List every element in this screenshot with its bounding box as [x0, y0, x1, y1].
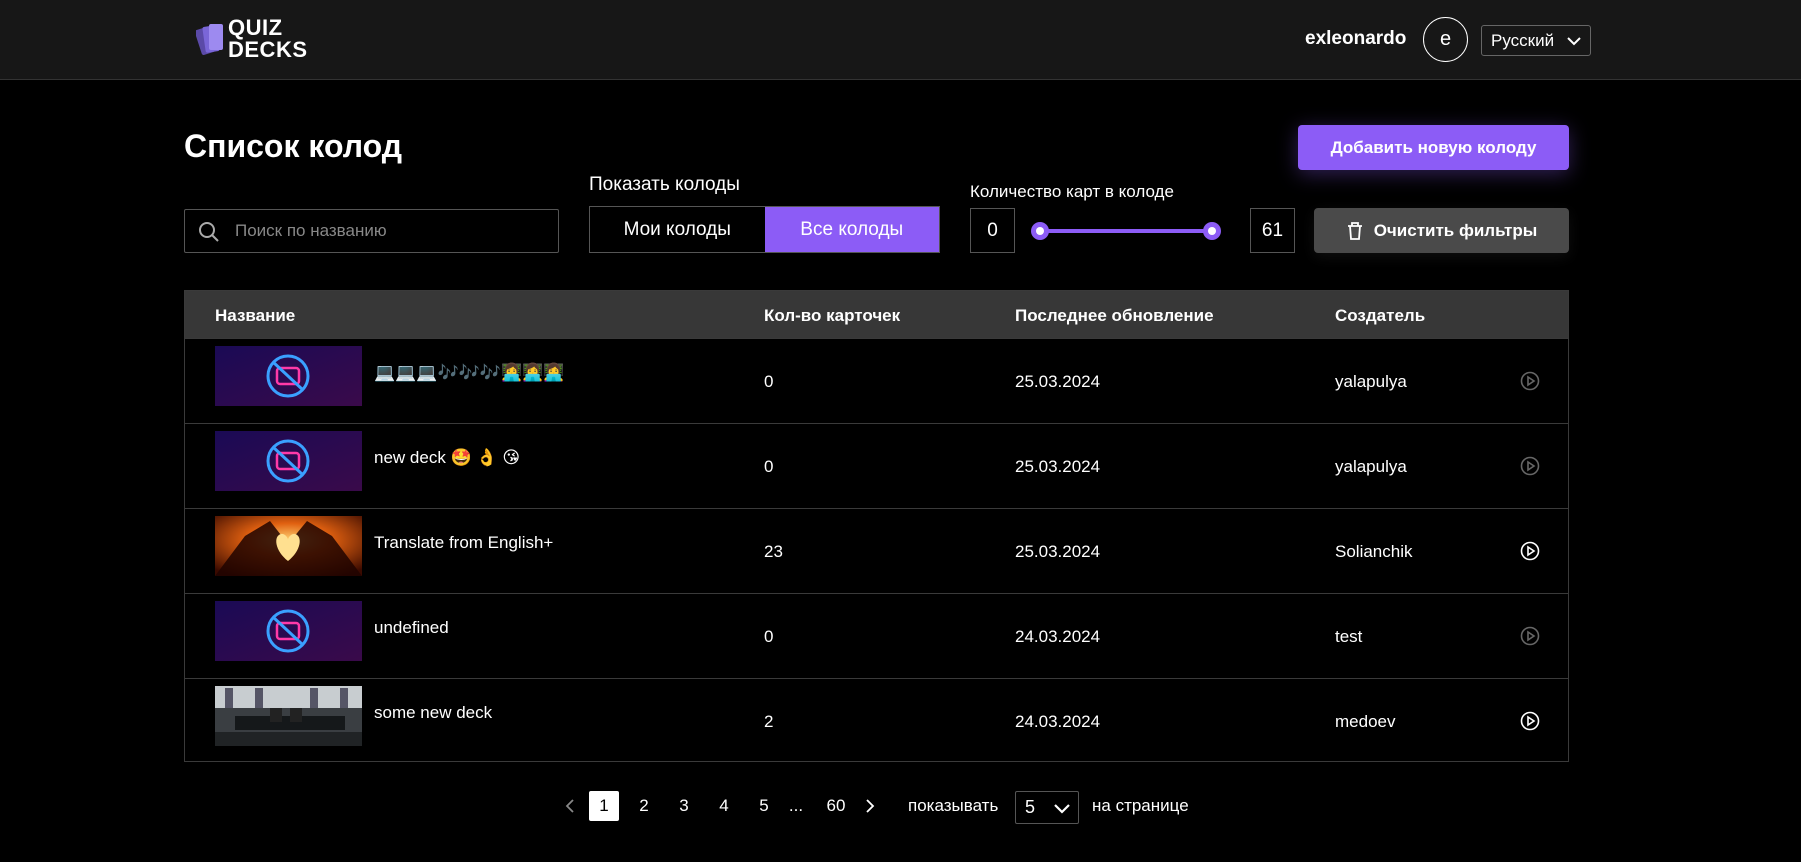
- trash-icon: [1347, 221, 1362, 240]
- chevron-down-icon: [1567, 37, 1581, 46]
- deck-updated: 25.03.2024: [1015, 457, 1101, 476]
- column-name[interactable]: Название: [215, 306, 295, 326]
- table-row[interactable]: new deck 🤩 👌 😘 0 25.03.2024 yalapulya: [185, 423, 1568, 508]
- deck-updated: 25.03.2024: [1015, 542, 1101, 561]
- deck-name[interactable]: 💻💻💻🎶🎶🎶👩‍💻👩‍💻👩‍💻: [374, 363, 565, 383]
- table-row[interactable]: undefined 0 24.03.2024 test: [185, 593, 1568, 678]
- play-icon[interactable]: [1520, 541, 1540, 561]
- chevron-down-icon: [1054, 804, 1070, 814]
- range-slider-max-handle[interactable]: [1203, 222, 1221, 240]
- deck-updated: 24.03.2024: [1015, 712, 1101, 731]
- deck-creator: yalapulya: [1335, 372, 1407, 391]
- deck-updated: 24.03.2024: [1015, 627, 1101, 646]
- logo[interactable]: QUIZ DECKS: [196, 16, 326, 66]
- deck-creator: medoev: [1335, 712, 1396, 731]
- search-input[interactable]: [235, 210, 545, 252]
- column-updated[interactable]: Последнее обновление: [1015, 306, 1214, 326]
- tab-all-decks[interactable]: Все колоды: [764, 207, 939, 252]
- per-page-select[interactable]: 5: [1015, 791, 1079, 824]
- clear-filters-button[interactable]: Очистить фильтры: [1314, 208, 1569, 253]
- page-1[interactable]: 1: [589, 791, 619, 821]
- page-5[interactable]: 5: [749, 791, 779, 821]
- deck-cover-no-image: [215, 431, 362, 491]
- range-max-value[interactable]: 61: [1250, 208, 1295, 253]
- logo-line-2: DECKS: [228, 37, 308, 62]
- deck-creator: Solianchik: [1335, 542, 1413, 561]
- avatar[interactable]: e: [1423, 17, 1468, 62]
- per-page-value: 5: [1025, 797, 1036, 817]
- search-field[interactable]: [184, 209, 559, 253]
- deck-cover-office: [215, 686, 362, 746]
- deck-cover-no-image: [215, 346, 362, 406]
- card-count-label: Количество карт в колоде: [970, 182, 1174, 201]
- play-icon[interactable]: [1520, 371, 1540, 391]
- deck-cover-no-image: [215, 601, 362, 661]
- play-icon[interactable]: [1520, 626, 1540, 646]
- deck-creator: yalapulya: [1335, 457, 1407, 476]
- page-3[interactable]: 3: [669, 791, 699, 821]
- deck-cover-heart-hands: [215, 516, 362, 576]
- play-icon[interactable]: [1520, 456, 1540, 476]
- deck-card-count: 0: [764, 372, 774, 391]
- deck-card-count: 2: [764, 712, 774, 731]
- pagination-ellipsis: ...: [788, 796, 804, 815]
- deck-creator: test: [1335, 627, 1363, 646]
- page-4[interactable]: 4: [709, 791, 739, 821]
- table-row[interactable]: some new deck 2 24.03.2024 medoev: [185, 678, 1568, 763]
- show-decks-label: Показать колоды: [589, 174, 740, 195]
- deck-name[interactable]: new deck 🤩 👌 😘: [374, 448, 520, 468]
- language-select[interactable]: Русский: [1481, 25, 1591, 56]
- column-cards[interactable]: Кол-во карточек: [764, 306, 900, 326]
- range-slider-track[interactable]: [1040, 229, 1212, 233]
- range-min-value[interactable]: 0: [970, 208, 1015, 253]
- chevron-right-icon[interactable]: [855, 791, 885, 821]
- table-header: Название Кол-во карточек Последнее обнов…: [185, 291, 1568, 338]
- deck-name[interactable]: undefined: [374, 618, 449, 638]
- page-last[interactable]: 60: [819, 791, 853, 821]
- decks-toggle: Мои колоды Все колоды: [589, 206, 940, 253]
- column-creator[interactable]: Создатель: [1335, 306, 1425, 326]
- search-icon: [199, 222, 219, 242]
- per-page-suffix: на странице: [1092, 796, 1189, 815]
- chevron-left-icon[interactable]: [555, 791, 585, 821]
- logo-line-1: QUIZ: [228, 15, 283, 40]
- decks-table: Название Кол-во карточек Последнее обнов…: [184, 290, 1569, 762]
- tab-my-decks[interactable]: Мои колоды: [590, 207, 765, 252]
- deck-name[interactable]: some new deck: [374, 703, 492, 723]
- username: exleonardo: [1305, 28, 1407, 49]
- deck-card-count: 0: [764, 457, 774, 476]
- page-title: Список колод: [184, 128, 403, 164]
- cards-logo-icon: [196, 24, 223, 56]
- add-deck-button[interactable]: Добавить новую колоду: [1298, 125, 1569, 170]
- language-value: Русский: [1491, 30, 1555, 50]
- deck-card-count: 0: [764, 627, 774, 646]
- table-row[interactable]: Translate from English+ 23 25.03.2024 So…: [185, 508, 1568, 593]
- deck-updated: 25.03.2024: [1015, 372, 1101, 391]
- clear-filters-label: Очистить фильтры: [1373, 220, 1538, 240]
- deck-name[interactable]: Translate from English+: [374, 533, 553, 553]
- range-slider-min-handle[interactable]: [1031, 222, 1049, 240]
- per-page-label: показывать: [908, 796, 999, 815]
- app-header: QUIZ DECKS exleonardo e Русский: [0, 0, 1801, 80]
- deck-card-count: 23: [764, 542, 783, 561]
- table-row[interactable]: 💻💻💻🎶🎶🎶👩‍💻👩‍💻👩‍💻 0 25.03.2024 yalapulya: [185, 338, 1568, 423]
- avatar-letter: e: [1439, 28, 1452, 50]
- page-2[interactable]: 2: [629, 791, 659, 821]
- play-icon[interactable]: [1520, 711, 1540, 731]
